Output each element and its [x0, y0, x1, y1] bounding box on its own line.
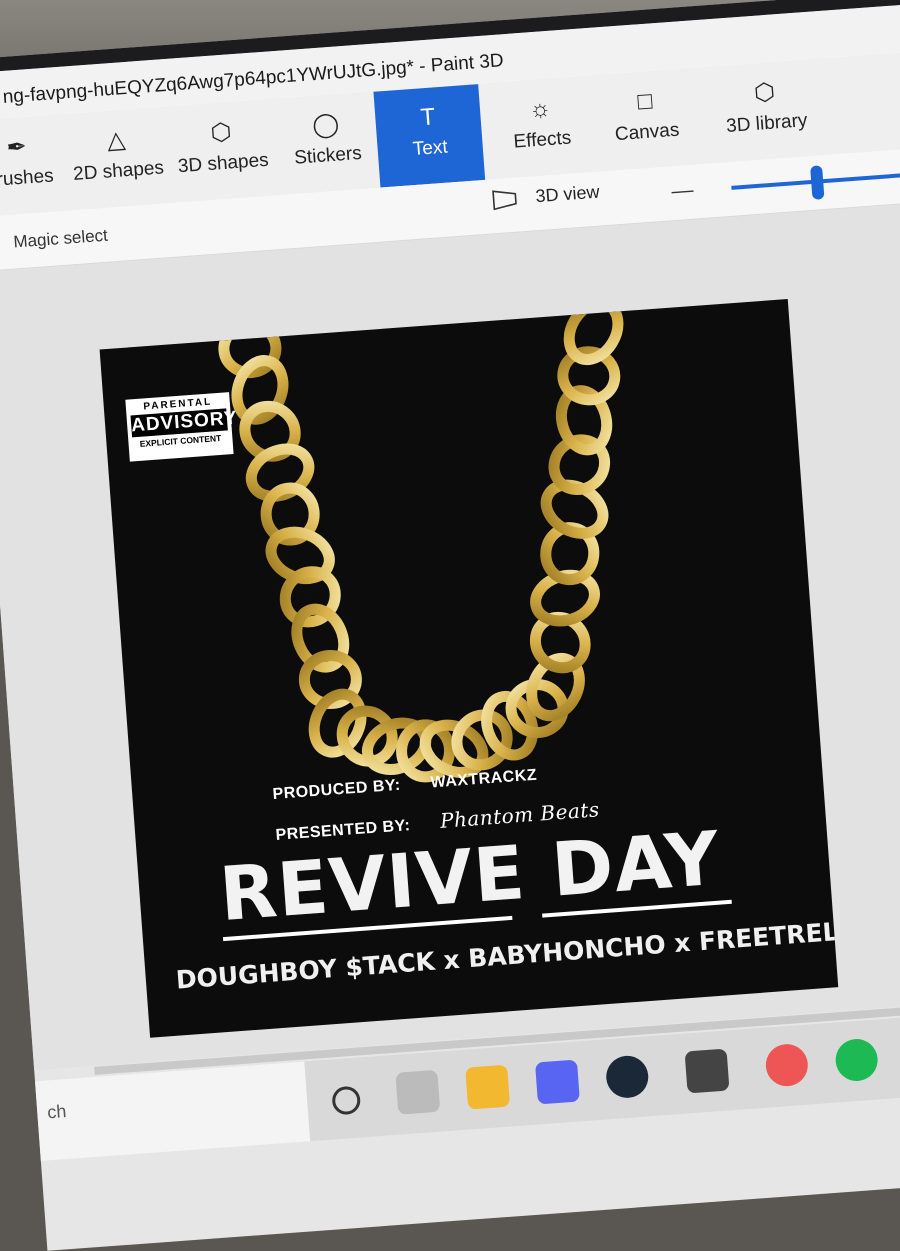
3d-view-toggle[interactable]: 3D view: [491, 182, 600, 212]
search-text: ch: [46, 1101, 68, 1123]
task-view-icon[interactable]: [395, 1069, 441, 1115]
magic-select-button[interactable]: Magic select: [13, 226, 109, 253]
spotify-icon[interactable]: [834, 1037, 880, 1083]
monitor-screen: ng-favpng-huEQYZq6Awg7p64pc1YWrUJtG.jpg*…: [0, 0, 900, 1251]
tool-stickers[interactable]: ◯ Stickers: [274, 102, 380, 195]
3d-view-icon: [492, 190, 517, 211]
tool-effects[interactable]: ☼ Effects: [489, 86, 595, 179]
tool-2d-shapes[interactable]: △ 2D shapes: [65, 117, 171, 210]
tool-3d-shapes[interactable]: ⬡ 3D shapes: [170, 109, 276, 202]
zoom-out-button[interactable]: —: [671, 177, 695, 205]
tool-brushes[interactable]: ✒ Brushes: [0, 124, 71, 217]
text-icon: T: [419, 103, 437, 132]
steam-icon[interactable]: [604, 1054, 650, 1100]
cortana-icon[interactable]: [331, 1085, 362, 1116]
3d-view-label: 3D view: [534, 181, 601, 207]
tool-canvas[interactable]: □ Canvas: [594, 78, 700, 171]
parental-advisory-label: PARENTAL ADVISORY EXPLICIT CONTENT: [125, 392, 238, 462]
tool-label: Brushes: [0, 165, 55, 192]
album-cover[interactable]: PARENTAL ADVISORY EXPLICIT CONTENT PRODU…: [99, 299, 839, 1038]
app-icon[interactable]: [684, 1048, 730, 1094]
browser-icon[interactable]: [764, 1042, 810, 1088]
tool-3d-library[interactable]: ⬡ 3D library: [703, 69, 829, 164]
discord-icon[interactable]: [534, 1059, 580, 1105]
file-explorer-icon[interactable]: [465, 1064, 511, 1110]
tool-text[interactable]: T Text: [373, 84, 486, 188]
zoom-slider-thumb[interactable]: [810, 165, 825, 200]
taskbar-search[interactable]: ch: [34, 1061, 311, 1162]
